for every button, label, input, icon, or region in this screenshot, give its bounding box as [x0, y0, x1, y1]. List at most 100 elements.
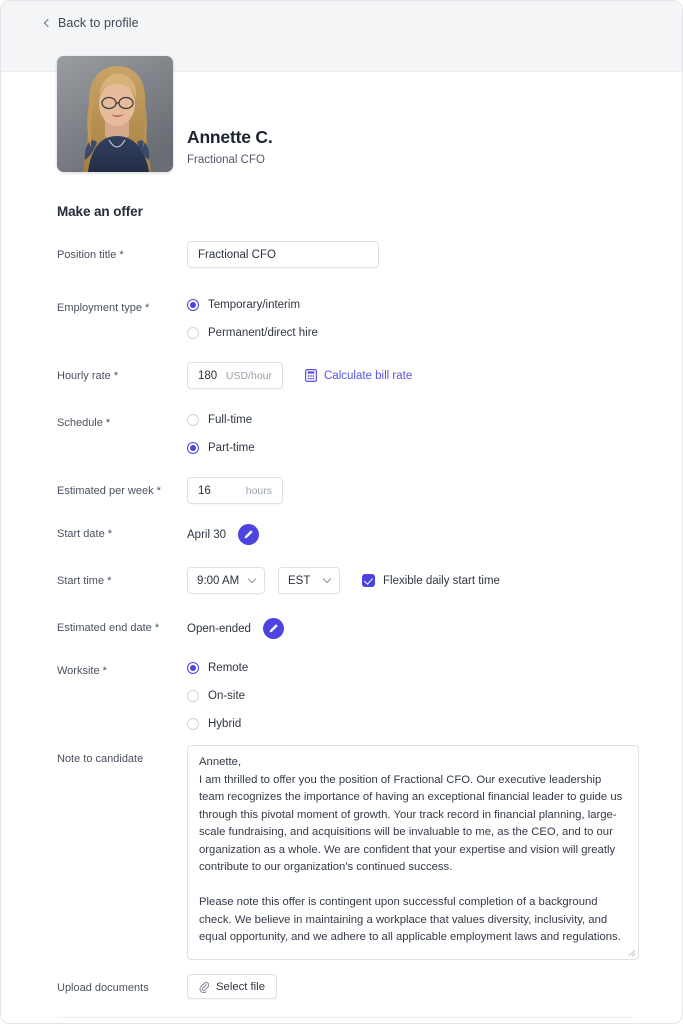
calculate-bill-rate-label: Calculate bill rate	[324, 369, 413, 382]
start-date-control: April 30	[187, 520, 634, 545]
estimated-per-week-control: 16 hours	[187, 477, 634, 504]
calculator-icon	[305, 369, 317, 382]
estimated-per-week-input[interactable]: 16 hours	[187, 477, 283, 504]
estimated-end-date-label: Estimated end date *	[57, 622, 160, 634]
start-time-select[interactable]: 9:00 AM	[187, 567, 265, 594]
radio-label: Temporary/interim	[208, 299, 301, 311]
radio-hybrid[interactable]: Hybrid	[187, 713, 634, 735]
radio-icon-selected[interactable]	[187, 662, 199, 674]
start-time-control: 9:00 AM EST Flexible daily start time	[187, 567, 634, 594]
select-file-label: Select file	[216, 980, 265, 993]
note-to-candidate-label: Note to candidate	[57, 753, 144, 765]
row-upload-documents: Upload documents Select file	[57, 974, 634, 1003]
profile-role: Fractional CFO	[187, 154, 265, 166]
estimated-per-week-label: Estimated per week *	[57, 485, 161, 497]
flexible-start-time-checkbox-row[interactable]: Flexible daily start time	[362, 574, 500, 587]
hourly-rate-unit: USD/hour	[225, 369, 272, 382]
hourly-rate-value: 180	[198, 369, 218, 382]
hourly-rate-control: 180 USD/hour Calculate bill rate	[187, 362, 634, 389]
divider-upload	[57, 1017, 634, 1018]
page-title: Make an offer	[57, 204, 143, 219]
chevron-down-icon	[247, 574, 257, 583]
hourly-rate-input[interactable]: 180 USD/hour	[187, 362, 283, 389]
start-time-label: Start time *	[57, 575, 112, 587]
row-start-time: Start time * 9:00 AM EST Flexible daily …	[57, 567, 634, 596]
avatar	[57, 56, 173, 172]
row-employment-type: Employment type * Temporary/interim Perm…	[57, 294, 634, 344]
row-worksite: Worksite * Remote On-site Hybrid	[57, 657, 634, 735]
position-title-input[interactable]: Fractional CFO	[187, 241, 379, 268]
schedule-group: Full-time Part-time	[187, 409, 634, 459]
radio-icon-selected[interactable]	[187, 299, 199, 311]
radio-temporary-interim[interactable]: Temporary/interim	[187, 294, 634, 316]
row-start-date: Start date * April 30	[57, 520, 634, 549]
pencil-icon	[269, 624, 278, 633]
chevron-down-icon	[322, 574, 332, 583]
select-file-button[interactable]: Select file	[187, 974, 277, 999]
radio-icon[interactable]	[187, 718, 199, 730]
radio-icon-selected[interactable]	[187, 442, 199, 454]
timezone-select[interactable]: EST	[278, 567, 340, 594]
calculate-bill-rate-link[interactable]: Calculate bill rate	[305, 369, 412, 382]
pencil-icon	[244, 530, 253, 539]
worksite-group: Remote On-site Hybrid	[187, 657, 634, 735]
upload-documents-label: Upload documents	[57, 982, 149, 994]
employment-type-label: Employment type *	[57, 302, 150, 314]
note-text: Annette, I am thrilled to offer you the …	[199, 756, 623, 943]
estimated-end-date-control: Open-ended	[187, 614, 634, 639]
radio-part-time[interactable]: Part-time	[187, 437, 634, 459]
radio-icon[interactable]	[187, 690, 199, 702]
resize-handle-icon[interactable]	[627, 948, 636, 957]
profile-text: Annette C. Fractional CFO	[173, 127, 273, 172]
employment-type-group: Temporary/interim Permanent/direct hire	[187, 294, 634, 344]
chevron-left-icon	[43, 18, 53, 28]
radio-label: Full-time	[208, 414, 253, 426]
flexible-start-time-checkbox[interactable]	[362, 574, 375, 587]
edit-estimated-end-date-button[interactable]	[262, 618, 284, 639]
profile-header: Annette C. Fractional CFO	[1, 52, 682, 172]
timezone-value: EST	[288, 574, 311, 587]
note-to-candidate-control: Annette, I am thrilled to offer you the …	[187, 745, 639, 960]
back-to-profile-link[interactable]: Back to profile	[43, 16, 139, 30]
row-position-title: Position title * Fractional CFO	[57, 241, 634, 270]
start-date-label: Start date *	[57, 528, 113, 540]
worksite-label: Worksite *	[57, 665, 107, 677]
radio-icon[interactable]	[187, 327, 199, 339]
row-note-to-candidate: Note to candidate Annette, I am thrilled…	[57, 745, 639, 960]
estimated-per-week-unit: hours	[245, 484, 272, 497]
note-to-candidate-textarea[interactable]: Annette, I am thrilled to offer you the …	[187, 745, 639, 960]
position-title-value: Fractional CFO	[198, 248, 276, 261]
estimated-per-week-value: 16	[198, 484, 211, 497]
upload-documents-control: Select file	[187, 974, 634, 999]
radio-label: Hybrid	[208, 718, 242, 730]
radio-full-time[interactable]: Full-time	[187, 409, 634, 431]
edit-start-date-button[interactable]	[238, 524, 259, 545]
radio-label: Remote	[208, 662, 249, 674]
offer-form: Position title * Fractional CFO Employme…	[1, 241, 682, 1003]
row-estimated-per-week: Estimated per week * 16 hours	[57, 477, 634, 506]
schedule-label: Schedule *	[57, 417, 111, 429]
radio-icon[interactable]	[187, 414, 199, 426]
paperclip-icon	[199, 981, 209, 993]
radio-remote[interactable]: Remote	[187, 657, 634, 679]
offer-page: Back to profile Annette C. Fractional CF…	[0, 0, 683, 1024]
row-hourly-rate: Hourly rate * 180 USD/hour Calculate bil…	[57, 362, 634, 391]
position-title-control: Fractional CFO	[187, 241, 634, 268]
radio-on-site[interactable]: On-site	[187, 685, 634, 707]
row-estimated-end-date: Estimated end date * Open-ended	[57, 614, 634, 643]
estimated-end-date-value: Open-ended	[187, 622, 251, 635]
back-to-profile-label: Back to profile	[58, 16, 139, 30]
radio-permanent-direct-hire[interactable]: Permanent/direct hire	[187, 322, 634, 344]
radio-label: On-site	[208, 690, 246, 702]
hourly-rate-label: Hourly rate *	[57, 370, 119, 382]
radio-label: Permanent/direct hire	[208, 327, 318, 339]
